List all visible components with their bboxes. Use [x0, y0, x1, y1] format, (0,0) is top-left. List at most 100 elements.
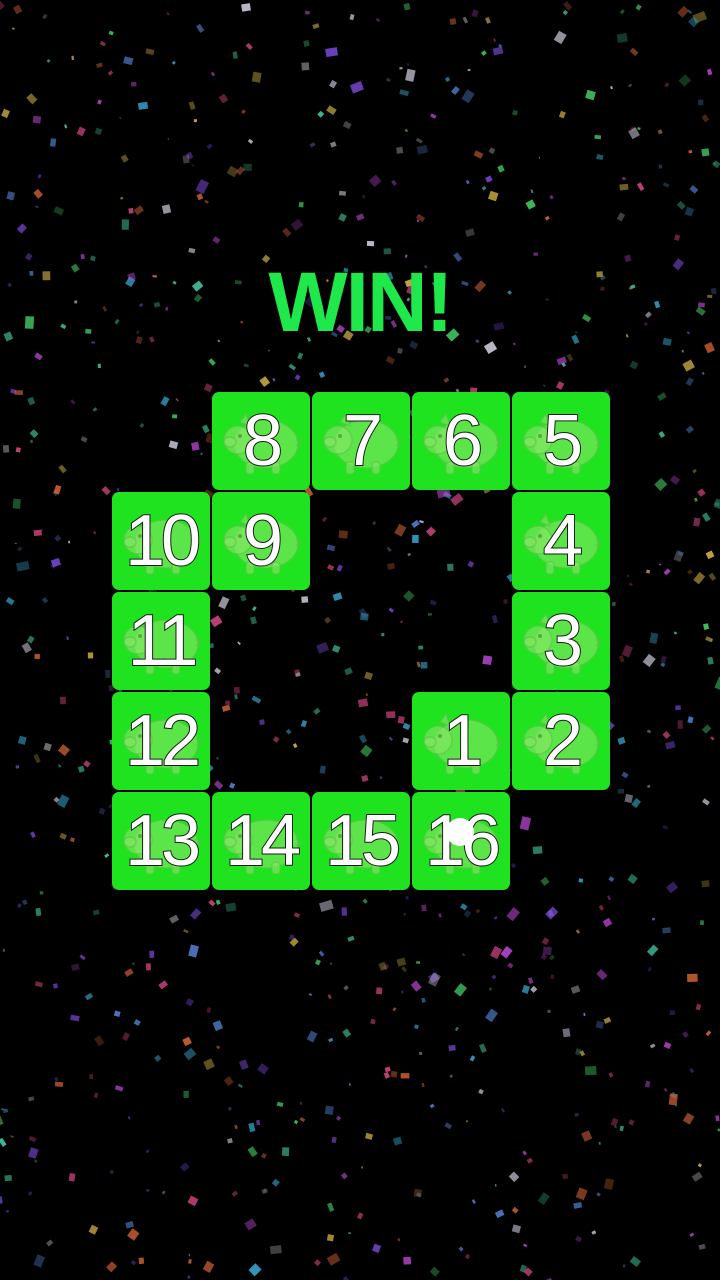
- confetti-piece: [451, 85, 460, 96]
- confetti-piece: [478, 1088, 484, 1095]
- confetti-piece: [244, 1218, 257, 1231]
- confetti-piece: [421, 904, 427, 912]
- confetti-piece: [403, 2, 411, 11]
- tile-5[interactable]: 5: [512, 392, 610, 490]
- confetti-piece: [361, 1166, 364, 1169]
- confetti-piece: [58, 464, 67, 474]
- tile-11[interactable]: 11: [112, 592, 210, 690]
- confetti-piece: [607, 895, 611, 901]
- confetti-piece: [247, 1146, 258, 1158]
- confetti-piece: [88, 1224, 99, 1235]
- tile-7[interactable]: 7: [312, 392, 410, 490]
- confetti-piece: [384, 1066, 391, 1073]
- confetti-piece: [619, 1125, 624, 1132]
- confetti-piece: [621, 644, 633, 658]
- confetti-piece: [121, 219, 129, 230]
- confetti-piece: [325, 47, 339, 58]
- tile-14[interactable]: 14: [212, 792, 310, 890]
- tile-12[interactable]: 12: [112, 692, 210, 790]
- confetti-piece: [647, 784, 651, 788]
- tile-1[interactable]: 1: [412, 692, 510, 790]
- confetti-piece: [444, 1122, 453, 1130]
- confetti-piece: [248, 1263, 262, 1277]
- tile-10[interactable]: 10: [112, 492, 210, 590]
- confetti-piece: [658, 563, 662, 566]
- confetti-piece: [360, 744, 373, 758]
- confetti-piece: [674, 234, 681, 241]
- confetti-piece: [687, 569, 693, 575]
- confetti-piece: [705, 636, 713, 643]
- confetti-piece: [419, 1051, 423, 1056]
- confetti-piece: [52, 983, 59, 989]
- confetti-piece: [705, 1030, 712, 1037]
- confetti-piece: [185, 998, 194, 1007]
- confetti-piece: [400, 1073, 410, 1079]
- confetti-piece: [14, 542, 17, 544]
- confetti-piece: [328, 79, 338, 89]
- confetti-piece: [538, 156, 541, 159]
- tile-6[interactable]: 6: [412, 392, 510, 490]
- confetti-piece: [702, 798, 710, 806]
- tile-3[interactable]: 3: [512, 592, 610, 690]
- tile-2[interactable]: 2: [512, 692, 610, 790]
- confetti-piece: [657, 129, 663, 135]
- confetti-piece: [619, 9, 625, 15]
- confetti-piece: [315, 959, 321, 966]
- confetti-piece: [685, 377, 694, 387]
- confetti-piece: [444, 76, 451, 82]
- confetti-piece: [530, 985, 538, 993]
- confetti-piece: [301, 596, 309, 603]
- confetti-piece: [583, 1012, 586, 1017]
- confetti-piece: [664, 82, 670, 88]
- tile-13[interactable]: 13: [112, 792, 210, 890]
- confetti-piece: [225, 700, 231, 706]
- confetti-piece: [608, 1072, 614, 1078]
- confetti-piece: [33, 188, 43, 199]
- tile-number: 10: [124, 500, 202, 582]
- confetti-piece: [573, 1202, 583, 1209]
- confetti-piece: [463, 909, 472, 918]
- confetti-piece: [16, 223, 28, 234]
- confetti-piece: [403, 590, 415, 602]
- confetti-piece: [376, 987, 383, 995]
- confetti-piece: [87, 652, 94, 659]
- tile-4[interactable]: 4: [512, 492, 610, 590]
- confetti-piece: [481, 50, 487, 56]
- confetti-piece: [503, 599, 508, 604]
- confetti-piece: [364, 671, 374, 681]
- confetti-piece: [316, 641, 330, 654]
- confetti-piece: [400, 990, 404, 994]
- confetti-piece: [405, 68, 416, 82]
- tile-8[interactable]: 8: [212, 392, 310, 490]
- confetti-piece: [453, 982, 467, 997]
- confetti-piece: [146, 1149, 150, 1154]
- confetti-piece: [125, 1220, 135, 1229]
- tile-9[interactable]: 9: [212, 492, 310, 590]
- confetti-piece: [537, 1192, 550, 1205]
- confetti-piece: [608, 876, 615, 882]
- confetti-piece: [637, 126, 641, 131]
- confetti-piece: [326, 105, 337, 116]
- confetti-piece: [109, 1170, 114, 1175]
- confetti-piece: [349, 13, 355, 21]
- tile-15[interactable]: 15: [312, 792, 410, 890]
- confetti-piece: [319, 765, 326, 774]
- confetti-piece: [226, 165, 239, 178]
- confetti-piece: [388, 736, 394, 741]
- confetti-piece: [526, 1157, 533, 1164]
- confetti-piece: [668, 1093, 678, 1106]
- confetti-piece: [30, 831, 36, 839]
- confetti-piece: [93, 1092, 99, 1099]
- confetti-piece: [611, 601, 616, 607]
- confetti-piece: [327, 994, 332, 1000]
- tile-number: 15: [324, 800, 402, 882]
- confetti-piece: [145, 48, 155, 56]
- confetti-piece: [621, 771, 629, 779]
- confetti-piece: [252, 606, 257, 612]
- confetti-piece: [215, 1045, 221, 1050]
- confetti-piece: [629, 1256, 642, 1267]
- confetti-piece: [247, 138, 254, 144]
- confetti-piece: [133, 205, 144, 216]
- confetti-piece: [370, 1018, 376, 1025]
- confetti-piece: [298, 201, 304, 208]
